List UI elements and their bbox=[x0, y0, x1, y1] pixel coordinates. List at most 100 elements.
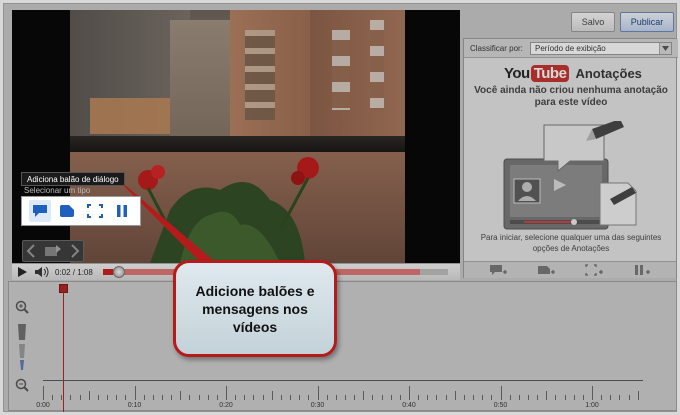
timeline-tick bbox=[180, 391, 182, 400]
timeline-tick bbox=[262, 395, 264, 400]
zoom-control bbox=[15, 300, 29, 392]
callout-bubble: Adicione balões e mensagens nos vídeos bbox=[173, 260, 337, 357]
timeline-tick bbox=[390, 395, 392, 400]
timeline-tick bbox=[290, 395, 292, 400]
timeline-tick bbox=[244, 395, 246, 400]
note-button[interactable] bbox=[56, 200, 78, 222]
annotations-editor: Adiciona balão de diálogo Selecionar um … bbox=[3, 3, 678, 412]
timeline-tick bbox=[189, 395, 191, 400]
timeline-tick bbox=[427, 395, 429, 400]
chevron-left-icon[interactable] bbox=[26, 244, 36, 258]
zoom-in-icon bbox=[15, 300, 29, 314]
sort-row: Classificar por: Período de exibição bbox=[464, 39, 678, 58]
timeline-tick bbox=[354, 395, 356, 400]
pause-icon bbox=[117, 205, 128, 217]
progress-played bbox=[103, 269, 114, 275]
spotlight-button[interactable] bbox=[84, 200, 106, 222]
timeline-tick bbox=[582, 395, 584, 400]
timeline-tick bbox=[161, 395, 163, 400]
timeline-tick bbox=[344, 395, 346, 400]
volume-icon[interactable] bbox=[35, 267, 49, 277]
timeline-tick bbox=[79, 395, 81, 400]
timeline-tick bbox=[610, 395, 612, 400]
timeline-tick bbox=[216, 395, 218, 400]
timeline-tick bbox=[134, 386, 136, 400]
callout-text: Adicione balões e mensagens nos vídeos bbox=[195, 282, 315, 335]
speech-bubble-icon bbox=[32, 205, 47, 217]
timeline-tick-label: 0:30 bbox=[310, 402, 325, 409]
play-icon[interactable] bbox=[17, 267, 27, 277]
timeline-tick bbox=[97, 395, 99, 400]
timeline-tick bbox=[235, 395, 237, 400]
timeline-tick bbox=[573, 395, 575, 400]
pause-button[interactable] bbox=[111, 200, 133, 222]
timeline-tick bbox=[198, 395, 200, 400]
timeline-tick bbox=[52, 395, 54, 400]
timeline-tick bbox=[107, 395, 109, 400]
timeline-tick bbox=[207, 395, 209, 400]
timeline-tick-label: 0:10 bbox=[127, 402, 142, 409]
timeline-tick-label: 0:40 bbox=[402, 402, 416, 409]
chevron-down-icon bbox=[659, 42, 671, 54]
tooltip-subtext: Selecionar um tipo bbox=[24, 186, 91, 195]
video-player[interactable]: Adiciona balão de diálogo Selecionar um … bbox=[12, 10, 460, 263]
timeline-tick bbox=[482, 395, 484, 400]
speech-bubble-button[interactable] bbox=[28, 200, 51, 222]
tooltip: Adiciona balão de diálogo bbox=[21, 172, 125, 186]
ruler-baseline bbox=[43, 380, 643, 381]
timeline-tick bbox=[473, 395, 475, 400]
timeline-tick bbox=[363, 391, 365, 400]
panel-toolbar bbox=[464, 261, 676, 278]
timeline-tick bbox=[143, 395, 145, 400]
timeline-tick-label: 0:00 bbox=[36, 402, 50, 409]
timeline-tick bbox=[335, 395, 337, 400]
timeline-tick-label: 0:20 bbox=[219, 402, 233, 409]
timeline-tick bbox=[619, 395, 621, 400]
saved-button[interactable]: Salvo bbox=[571, 12, 615, 32]
chevron-right-icon[interactable] bbox=[70, 244, 80, 258]
add-annotation-icon[interactable] bbox=[44, 244, 62, 258]
timeline-tick bbox=[537, 395, 539, 400]
annotations-panel: Classificar por: Período de exibição You… bbox=[463, 38, 678, 278]
progress-knob[interactable] bbox=[113, 266, 126, 278]
timeline-tick-label: 1:00 bbox=[585, 402, 599, 409]
timeline-tick bbox=[399, 395, 401, 400]
timeline-tick bbox=[564, 395, 566, 400]
sort-select[interactable]: Período de exibição bbox=[530, 41, 672, 55]
timeline-tick bbox=[463, 395, 465, 400]
timeline-tick bbox=[152, 395, 154, 400]
annotation-toolbar bbox=[21, 196, 141, 226]
empty-message: Você ainda não criou nenhuma anotação pa… bbox=[474, 85, 668, 108]
timeline-tick bbox=[88, 391, 90, 400]
sort-label: Classificar por: bbox=[470, 43, 523, 53]
timeline-tick bbox=[253, 395, 255, 400]
playhead bbox=[63, 288, 64, 412]
pause-icon[interactable] bbox=[633, 264, 651, 276]
timeline-tick bbox=[308, 395, 310, 400]
timeline-tick bbox=[299, 395, 301, 400]
timeline-tick bbox=[171, 395, 173, 400]
panel-title: Anotações bbox=[575, 66, 642, 81]
annotation-nav bbox=[22, 240, 84, 262]
timeline-tick bbox=[409, 386, 410, 400]
timeline-tick bbox=[509, 395, 511, 400]
note-icon[interactable] bbox=[537, 264, 555, 276]
start-message: Para iniciar, selecione qualquer uma das… bbox=[480, 233, 662, 253]
timeline-tick bbox=[326, 395, 328, 400]
timeline-tick bbox=[61, 395, 63, 400]
youtube-logo: You Tube Anotações bbox=[504, 65, 642, 82]
speech-bubble-icon[interactable] bbox=[489, 264, 507, 276]
timeline-tick bbox=[317, 386, 319, 400]
timeline-tick bbox=[601, 395, 603, 400]
timeline-tick bbox=[271, 391, 273, 400]
timeline-tick bbox=[491, 395, 493, 400]
timeline-tick bbox=[500, 386, 502, 400]
timeline-tick-label: 0:50 bbox=[493, 402, 508, 409]
timeline[interactable]: 0:00 0:10 0:20 0:30 0:40 0:50 1:00 bbox=[8, 281, 677, 412]
sort-select-value: Período de exibição bbox=[535, 43, 606, 53]
timeline-tick bbox=[43, 386, 44, 400]
spotlight-icon bbox=[86, 204, 103, 218]
spotlight-icon[interactable] bbox=[585, 264, 603, 276]
publish-button[interactable]: Publicar bbox=[620, 12, 674, 32]
zoom-out-icon bbox=[15, 378, 29, 392]
